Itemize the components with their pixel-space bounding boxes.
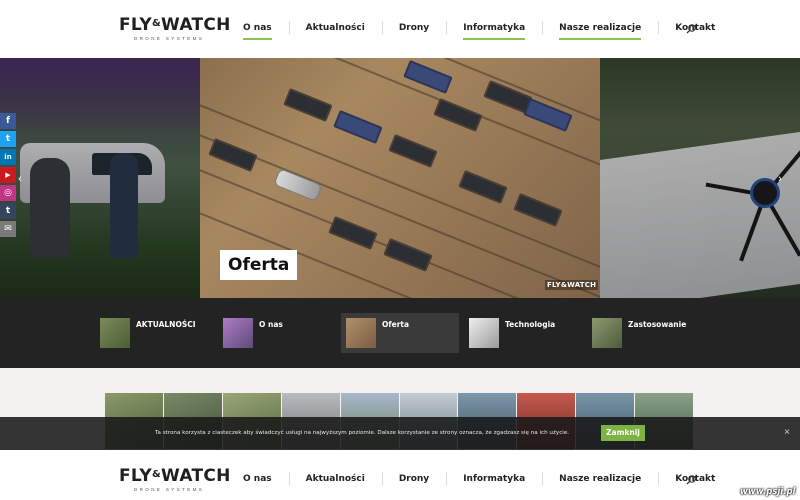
nav-item-drony[interactable]: Drony	[381, 469, 446, 489]
tab-label: Technologia	[505, 320, 556, 329]
tab-label: Oferta	[382, 320, 410, 329]
rail-wagon	[328, 216, 378, 250]
rail-wagon	[283, 88, 333, 122]
logo-tagline: DRONE SYSTEMS	[134, 487, 205, 492]
instagram-icon[interactable]: ◎	[0, 185, 16, 201]
twitter-icon[interactable]: t	[0, 131, 16, 147]
tab-zastosowanie[interactable]: Zastosowanie	[587, 313, 705, 353]
tab-thumbnail	[592, 318, 622, 348]
slide-overlay	[600, 58, 800, 298]
tab-oferta[interactable]: Oferta	[341, 313, 459, 353]
rail-wagon	[333, 110, 383, 144]
slider-tabs: AKTUALNOŚCI O nas Oferta Technologia Zas…	[0, 298, 800, 368]
logo-text: FLY&WATCH	[119, 466, 231, 486]
sticky-header: FLY&WATCH DRONE SYSTEMS O nas Aktualnośc…	[0, 450, 800, 500]
nav-item-informatyka[interactable]: Informatyka	[446, 18, 542, 40]
nav-item-nasze-realizacje[interactable]: Nasze realizacje	[542, 469, 658, 489]
search-icon[interactable]	[684, 22, 698, 36]
nav-item-aktualnosci[interactable]: Aktualności	[288, 18, 382, 38]
slide-overlay	[0, 58, 200, 298]
nav-item-informatyka[interactable]: Informatyka	[446, 469, 542, 489]
nav-item-aktualnosci[interactable]: Aktualności	[288, 469, 382, 489]
tab-thumbnail	[100, 318, 130, 348]
hero-slider[interactable]: ‹ ›	[0, 58, 800, 298]
tab-label: AKTUALNOŚCI	[136, 320, 196, 329]
cookie-consent-bar: Ta strona korzysta z ciasteczek aby świa…	[0, 417, 800, 450]
rail-wagon	[513, 193, 563, 227]
rail-wagon	[383, 238, 433, 272]
logo-tagline: DRONE SYSTEMS	[134, 36, 205, 41]
social-share-bar: f t in ▶ ◎ t ✉	[0, 113, 16, 239]
tab-thumbnail	[346, 318, 376, 348]
rail-wagon	[388, 134, 438, 168]
slide-next[interactable]	[600, 58, 800, 298]
facebook-icon[interactable]: f	[0, 113, 16, 129]
logo[interactable]: FLY&WATCH DRONE SYSTEMS	[119, 466, 231, 494]
tab-o-nas[interactable]: O nas	[218, 313, 336, 353]
nav-item-o-nas[interactable]: O nas	[226, 469, 289, 489]
cookie-accept-button[interactable]: Zamknij	[601, 425, 645, 441]
search-icon[interactable]	[684, 473, 698, 487]
close-icon[interactable]: ×	[782, 428, 792, 438]
nav-item-o-nas[interactable]: O nas	[226, 18, 289, 40]
rail-wagon	[458, 170, 508, 204]
cookie-message: Ta strona korzysta z ciasteczek aby świa…	[155, 430, 570, 436]
slide-watermark: FLY&WATCH	[545, 280, 599, 290]
slide-previous[interactable]	[0, 58, 200, 298]
page: FLY&WATCH DRONE SYSTEMS O nas Aktualnośc…	[0, 0, 800, 500]
youtube-icon[interactable]: ▶	[0, 167, 16, 183]
main-nav: O nas Aktualności Drony Informatyka Nasz…	[226, 469, 732, 493]
slide-caption[interactable]: Oferta	[220, 250, 298, 280]
logo[interactable]: FLY&WATCH DRONE SYSTEMS	[119, 15, 231, 43]
logo-text: FLY&WATCH	[119, 15, 231, 35]
nav-item-drony[interactable]: Drony	[381, 18, 446, 38]
rail-wagon	[523, 98, 573, 132]
tumblr-icon[interactable]: t	[0, 203, 16, 219]
chevron-right-icon[interactable]: ›	[774, 173, 786, 185]
tab-label: O nas	[259, 320, 283, 329]
email-icon[interactable]: ✉	[0, 221, 16, 237]
tab-thumbnail	[223, 318, 253, 348]
tab-thumbnail	[469, 318, 499, 348]
main-nav: O nas Aktualności Drony Informatyka Nasz…	[226, 18, 732, 42]
linkedin-icon[interactable]: in	[0, 149, 16, 165]
rail-wagon	[433, 98, 483, 132]
nav-item-nasze-realizacje[interactable]: Nasze realizacje	[542, 18, 658, 40]
site-watermark: www.psji.pl	[740, 487, 796, 497]
tab-label: Zastosowanie	[628, 320, 687, 329]
tab-technologia[interactable]: Technologia	[464, 313, 582, 353]
site-header: FLY&WATCH DRONE SYSTEMS O nas Aktualnośc…	[0, 0, 800, 58]
rail-wagon	[208, 138, 258, 172]
tab-aktualnosci[interactable]: AKTUALNOŚCI	[95, 313, 213, 353]
